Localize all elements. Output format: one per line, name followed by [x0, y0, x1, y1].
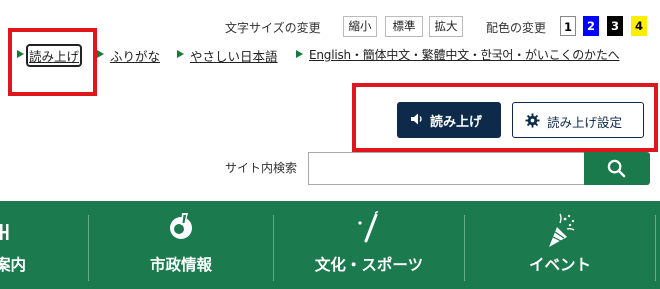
nav-item-guide[interactable]: 案内	[0, 201, 50, 289]
baton-icon	[354, 210, 384, 249]
color-scheme-1-button[interactable]: 1	[560, 16, 576, 36]
nav-item-culture-sports[interactable]: 文化・スポーツ	[274, 201, 464, 289]
nav-item-events[interactable]: イベント	[465, 201, 655, 289]
global-nav: 案内 市政情報 文化・スポーツ イベント	[0, 201, 660, 289]
color-scheme-2-button[interactable]: 2	[583, 16, 599, 36]
search-icon	[607, 159, 626, 182]
highlight-box	[8, 28, 97, 96]
furigana-link[interactable]: ふりがな	[110, 46, 160, 65]
site-search-label: サイト内検索	[225, 161, 298, 175]
read-aloud-button[interactable]: 読み上げ	[397, 102, 501, 138]
nav-item-label: 文化・スポーツ	[314, 256, 424, 274]
text-size-standard-button[interactable]: 標準	[385, 16, 423, 37]
nav-divider	[655, 215, 656, 281]
text-size-label: 文字サイズの変更	[225, 21, 321, 35]
nav-item-city-government[interactable]: 市政情報	[89, 201, 273, 289]
text-size-smaller-button[interactable]: 縮小	[343, 16, 377, 37]
reading-links: 読み上げ ふりがな やさしい日本語 English・簡体中文・繁體中文・한국어・…	[0, 44, 660, 67]
site-search-input[interactable]	[308, 152, 584, 185]
speaker-icon	[410, 112, 424, 130]
color-scheme-3-button[interactable]: 3	[607, 16, 623, 36]
easy-japanese-link[interactable]: やさしい日本語	[190, 46, 278, 65]
nav-item-label: イベント	[528, 256, 591, 274]
city-emblem-icon	[166, 211, 196, 245]
gear-icon	[525, 113, 540, 131]
accessibility-controls: 文字サイズの変更 縮小 標準 拡大 配色の変更 1 2 3 4	[0, 16, 660, 38]
text-size-larger-button[interactable]: 拡大	[429, 16, 463, 37]
map-icon	[0, 221, 10, 247]
party-popper-icon	[543, 211, 577, 255]
nav-item-label: 市政情報	[149, 256, 212, 274]
triangle-marker-icon	[177, 50, 184, 58]
triangle-marker-icon	[296, 50, 303, 58]
triangle-marker-icon	[97, 50, 104, 58]
read-aloud-settings-label: 読み上げ設定	[547, 115, 623, 130]
color-scheme-4-button[interactable]: 4	[631, 16, 647, 36]
nav-item-label: 案内	[0, 256, 26, 274]
color-scheme-label: 配色の変更	[486, 21, 547, 35]
read-aloud-button-label: 読み上げ	[430, 115, 483, 130]
read-aloud-settings-button[interactable]: 読み上げ設定	[512, 102, 644, 138]
search-button[interactable]	[584, 152, 650, 185]
foreign-language-link[interactable]: English・簡体中文・繁體中文・한국어・がいこくのかたへ	[309, 46, 620, 63]
